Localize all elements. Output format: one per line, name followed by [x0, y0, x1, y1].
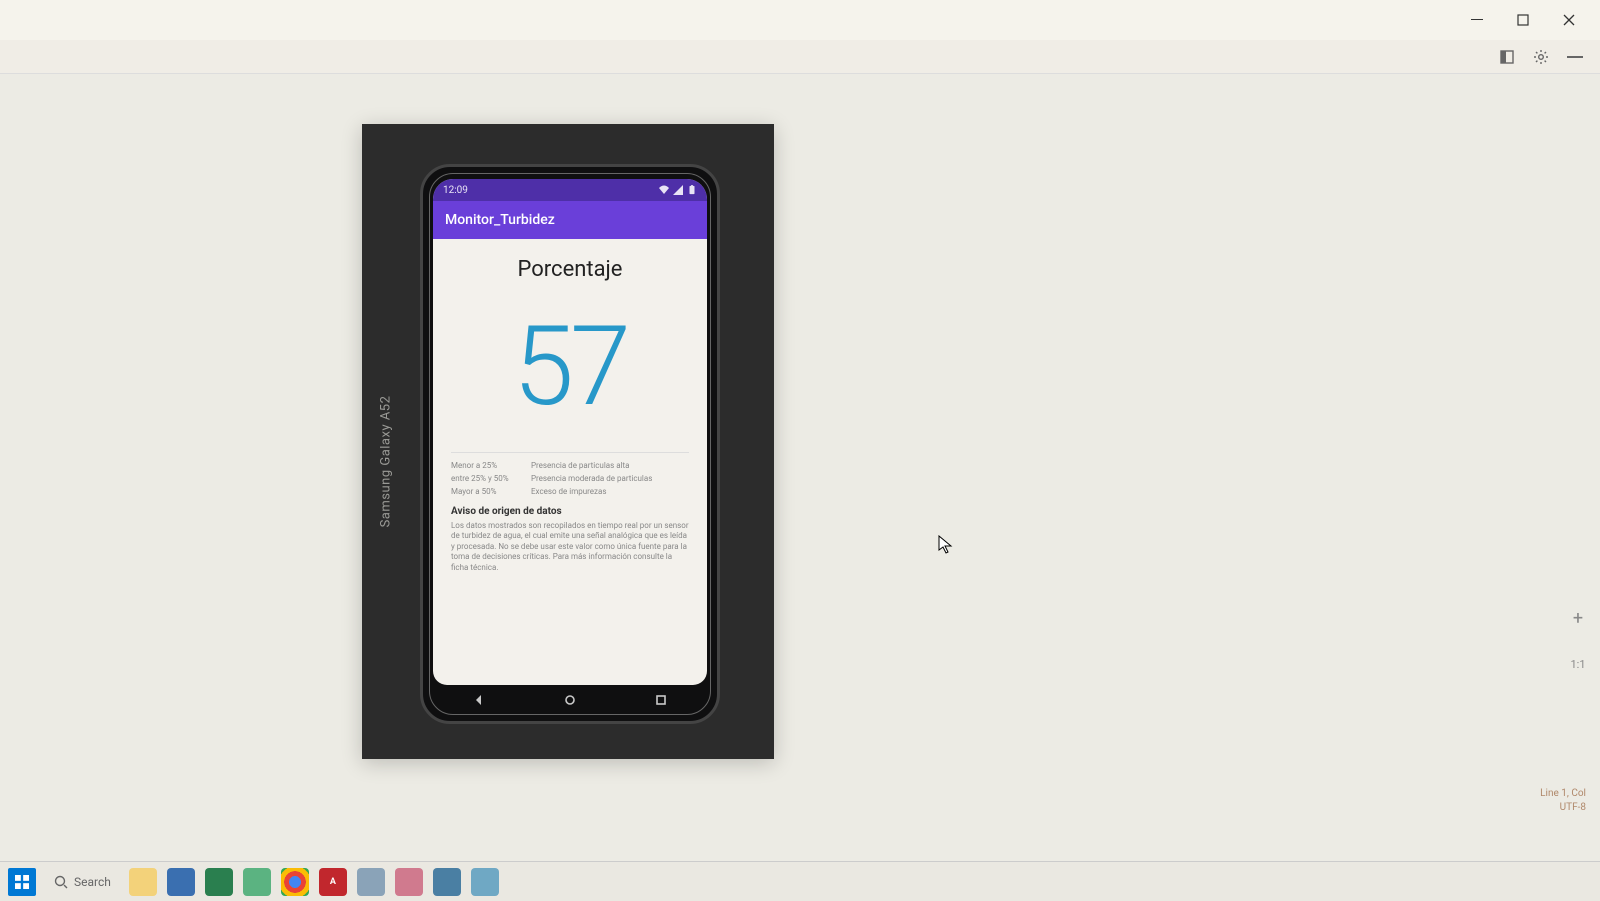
- window-mode-icon[interactable]: [1490, 42, 1524, 72]
- taskbar-app-chrome[interactable]: [281, 868, 309, 896]
- settings-icon[interactable]: [1524, 42, 1558, 72]
- taskbar-app-7[interactable]: [471, 868, 499, 896]
- zoom-in-button[interactable]: +: [1566, 606, 1590, 630]
- legend-table: Menor a 25% Presencia de particulas alta…: [451, 452, 689, 496]
- ide-status-encoding: UTF-8: [1540, 801, 1586, 815]
- signal-icon: [673, 185, 683, 195]
- phone-side-button: [718, 297, 720, 347]
- editor-toolbar: [0, 40, 1600, 74]
- legend-desc: Presencia de particulas alta: [531, 461, 689, 470]
- taskbar-app-3[interactable]: [243, 868, 271, 896]
- recents-button[interactable]: [655, 691, 667, 710]
- app-title: Monitor_Turbidez: [445, 212, 555, 228]
- start-button[interactable]: [8, 868, 36, 896]
- legend-threshold: Menor a 25%: [451, 461, 521, 470]
- zoom-controls: + 1:1: [1566, 606, 1590, 671]
- percentage-heading: Porcentaje: [451, 257, 689, 282]
- windows-taskbar: Search A: [0, 861, 1600, 901]
- app-content: Porcentaje 57 Menor a 25% Presencia de p…: [433, 239, 707, 685]
- percentage-value: 57: [451, 312, 689, 422]
- taskbar-app-6[interactable]: [433, 868, 461, 896]
- taskbar-app-pdf[interactable]: A: [319, 868, 347, 896]
- ide-status-text: Line 1, Col UTF-8: [1540, 787, 1586, 815]
- legend-row: Mayor a 50% Exceso de impurezas: [451, 487, 689, 496]
- legend-desc: Presencia moderada de particulas: [531, 474, 689, 483]
- minimize-button[interactable]: [1454, 4, 1500, 36]
- status-time: 12:09: [443, 185, 468, 196]
- legend-row: Menor a 25% Presencia de particulas alta: [451, 461, 689, 470]
- minimize-panel-icon[interactable]: [1558, 42, 1592, 72]
- search-icon: [54, 875, 68, 889]
- app-window: Samsung Galaxy A52 12:09: [0, 0, 1600, 901]
- wifi-icon: [659, 185, 669, 195]
- close-button[interactable]: [1546, 4, 1592, 36]
- back-button[interactable]: [473, 691, 485, 710]
- legend-threshold: Mayor a 50%: [451, 487, 521, 496]
- device-label: Samsung Galaxy A52: [379, 396, 394, 528]
- maximize-button[interactable]: [1500, 4, 1546, 36]
- notice-title: Aviso de origen de datos: [451, 506, 689, 517]
- legend-desc: Exceso de impurezas: [531, 487, 689, 496]
- window-titlebar: [0, 0, 1600, 40]
- taskbar-app-2[interactable]: [205, 868, 233, 896]
- zoom-fit-button[interactable]: 1:1: [1570, 658, 1585, 671]
- taskbar-app-explorer[interactable]: [129, 868, 157, 896]
- preview-stage: Samsung Galaxy A52 12:09: [0, 74, 1600, 861]
- legend-row: entre 25% y 50% Presencia moderada de pa…: [451, 474, 689, 483]
- taskbar-app-5[interactable]: [395, 868, 423, 896]
- home-button[interactable]: [564, 691, 576, 710]
- taskbar-app-4[interactable]: [357, 868, 385, 896]
- android-statusbar: 12:09: [433, 179, 707, 201]
- legend-threshold: entre 25% y 50%: [451, 474, 521, 483]
- search-label: Search: [74, 875, 111, 889]
- phone-side-button: [718, 367, 720, 447]
- data-origin-notice: Aviso de origen de datos Los datos mostr…: [451, 506, 689, 573]
- notice-body: Los datos mostrados son recopilados en t…: [451, 521, 689, 573]
- ide-status-line: Line 1, Col: [1540, 787, 1586, 801]
- android-navbar: [433, 687, 707, 713]
- taskbar-app-1[interactable]: [167, 868, 195, 896]
- phone-mockup: 12:09 Monitor_Turbidez Porcentaje: [420, 164, 720, 724]
- app-titlebar: Monitor_Turbidez: [433, 201, 707, 239]
- device-frame: Samsung Galaxy A52 12:09: [362, 124, 774, 759]
- phone-screen: 12:09 Monitor_Turbidez Porcentaje: [433, 179, 707, 685]
- taskbar-search[interactable]: Search: [46, 871, 119, 893]
- battery-icon: [687, 185, 697, 195]
- status-icons: [659, 185, 697, 195]
